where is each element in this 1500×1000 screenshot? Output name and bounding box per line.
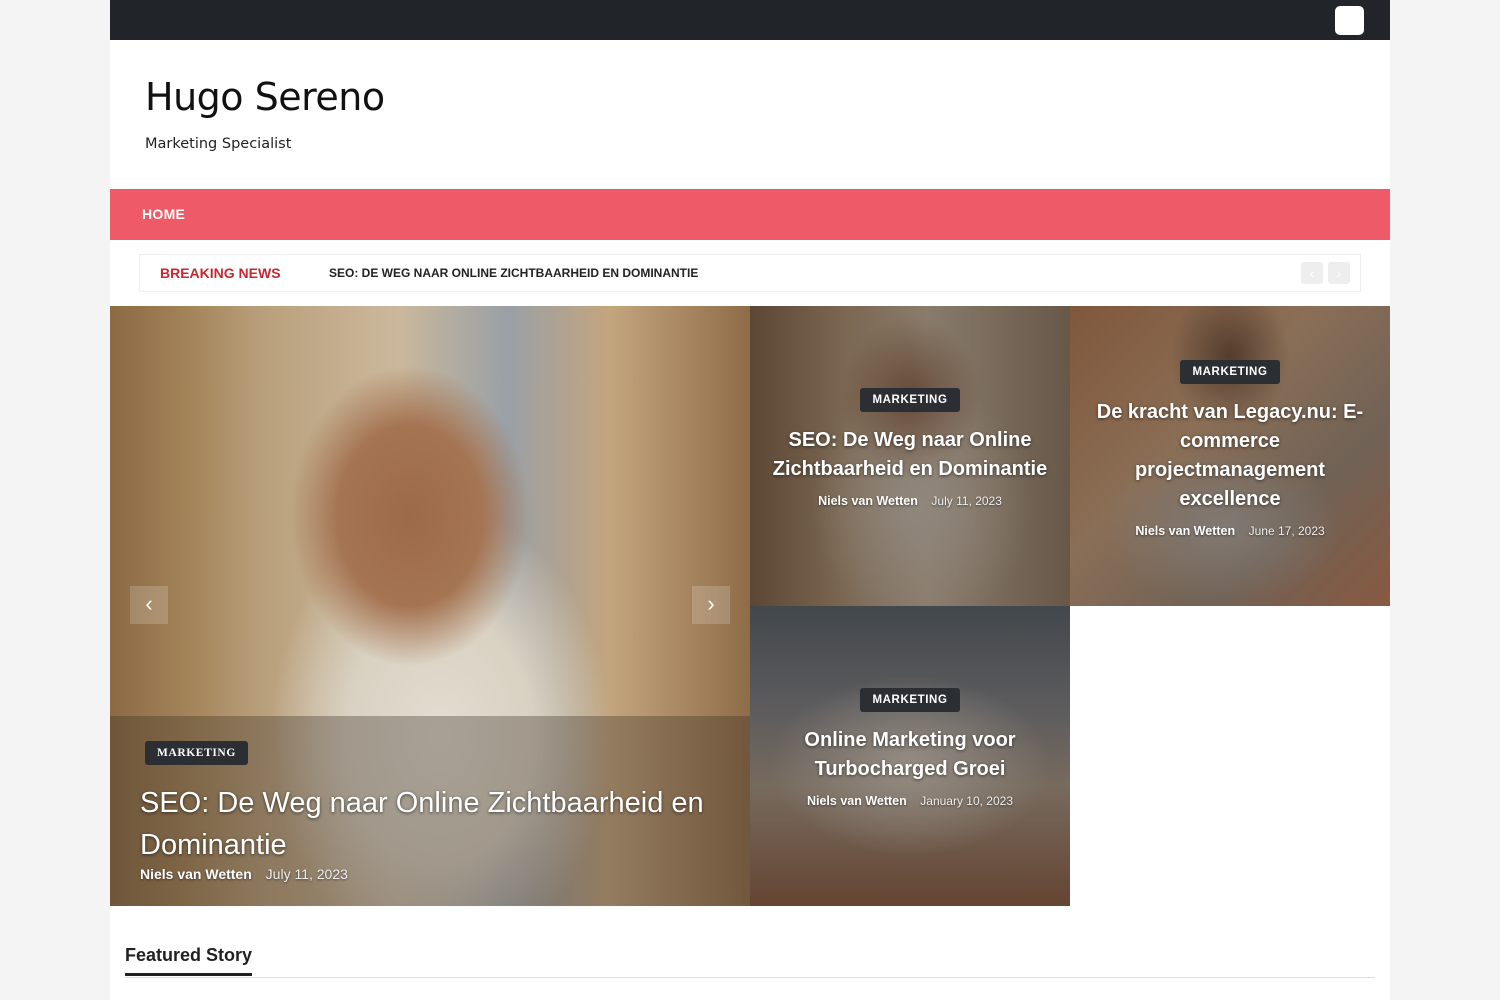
site-branding: Hugo Sereno Marketing Specialist [145,74,385,154]
chevron-right-icon[interactable]: › [692,586,730,624]
post-author[interactable]: Niels van Wetten [818,494,918,508]
section-title: Featured Story [125,940,253,976]
site-tagline: Marketing Specialist [145,136,292,152]
card-caption: MARKETING De kracht van Legacy.nu: E-com… [1070,360,1390,538]
breaking-news-headline[interactable]: SEO: DE WEG NAAR ONLINE ZICHTBAARHEID EN… [329,255,698,291]
post-card[interactable]: MARKETING Online Marketing voor Turbocha… [750,606,1070,906]
post-meta: Niels van Wetten July 11, 2023 [750,494,1070,508]
post-meta: Niels van Wetten June 17, 2023 [1070,524,1390,538]
category-badge[interactable]: MARKETING [145,741,248,765]
category-badge[interactable]: MARKETING [860,388,960,412]
main-navigation: HOME [110,189,1390,240]
post-date: January 10, 2023 [920,794,1014,808]
post-date: July 11, 2023 [931,494,1002,508]
post-meta: Niels van Wetten July 11, 2023 [140,866,348,882]
hero-title[interactable]: SEO: De Weg naar Online Zichtbaarheid en… [140,782,730,866]
card-title[interactable]: Online Marketing voor Turbocharged Groei [750,726,1070,784]
category-badge[interactable]: MARKETING [860,688,960,712]
card-title[interactable]: SEO: De Weg naar Online Zichtbaarheid en… [750,426,1070,484]
post-card[interactable]: MARKETING De kracht van Legacy.nu: E-com… [1070,306,1390,606]
nav-item-home[interactable]: HOME [142,189,185,240]
hero-slide[interactable]: ‹ › MARKETING SEO: De Weg naar Online Zi… [110,306,750,906]
category-badge[interactable]: MARKETING [1180,360,1280,384]
chevron-right-icon[interactable]: › [1328,262,1350,284]
post-date: June 17, 2023 [1248,524,1325,538]
post-meta: Niels van Wetten January 10, 2023 [750,794,1070,808]
breaking-news-label: BREAKING NEWS [160,265,281,281]
theme-toggle-icon[interactable] [1335,6,1364,35]
breaking-news-ticker: BREAKING NEWS SEO: DE WEG NAAR ONLINE ZI… [140,255,1360,291]
post-author[interactable]: Niels van Wetten [140,866,252,882]
chevron-left-icon[interactable]: ‹ [1301,262,1323,284]
card-title[interactable]: De kracht van Legacy.nu: E-commerce proj… [1070,398,1390,514]
post-card[interactable]: MARKETING SEO: De Weg naar Online Zichtb… [750,306,1070,606]
post-author[interactable]: Niels van Wetten [1135,524,1235,538]
card-caption: MARKETING Online Marketing voor Turbocha… [750,688,1070,808]
card-caption: MARKETING SEO: De Weg naar Online Zichtb… [750,388,1070,508]
chevron-left-icon[interactable]: ‹ [130,586,168,624]
top-bar [110,0,1390,40]
post-date: July 11, 2023 [265,866,348,882]
site-title[interactable]: Hugo Sereno [145,74,385,120]
post-author[interactable]: Niels van Wetten [807,794,907,808]
featured-story-section: Featured Story [125,940,1375,978]
page: Hugo Sereno Marketing Specialist HOME BR… [110,0,1390,1000]
